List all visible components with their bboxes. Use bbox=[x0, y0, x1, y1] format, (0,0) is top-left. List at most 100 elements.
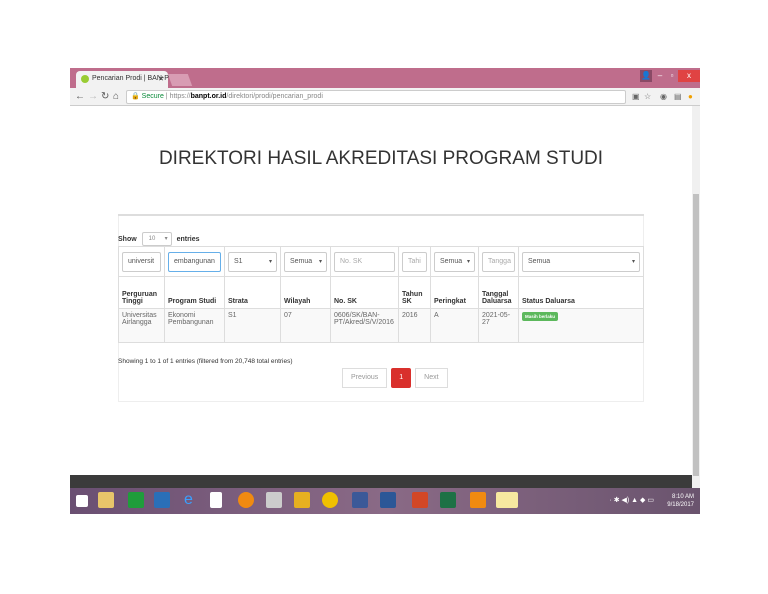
apps-icon[interactable] bbox=[352, 492, 368, 508]
filter-wilayah-select[interactable]: Semua ▾ bbox=[284, 251, 327, 272]
filter-status-select[interactable]: Semua ▾ bbox=[522, 251, 640, 272]
col-header[interactable]: No. SK bbox=[330, 276, 399, 309]
scrollbar-thumb[interactable] bbox=[693, 194, 699, 476]
table-row: Universitas Airlangga Ekonomi Pembanguna… bbox=[118, 308, 644, 343]
chrome-active-icon[interactable] bbox=[496, 492, 518, 508]
store-icon[interactable] bbox=[128, 492, 144, 508]
filter-tanggal-input[interactable]: Tangga bbox=[482, 251, 515, 272]
star-icon[interactable]: ☆ bbox=[644, 92, 651, 101]
entries-value: 10 bbox=[148, 236, 156, 242]
cell-peringkat: A bbox=[430, 308, 479, 343]
filter-peringkat-select[interactable]: Semua ▾ bbox=[434, 251, 475, 272]
col-header[interactable]: Tahun SK bbox=[398, 276, 431, 309]
results-table: universit embangunan S1 ▾ Semua ▾ No. SK T… bbox=[118, 246, 644, 343]
tab-bar: Pencarian Prodi | BAN-PT ✕ 👤 – ▫ x bbox=[70, 68, 700, 88]
start-icon[interactable] bbox=[76, 495, 88, 507]
date: 9/18/2017 bbox=[667, 502, 694, 508]
system-tray-icons[interactable]: · ✱ ◀) ▲ ◆ ▭ bbox=[609, 496, 654, 504]
clock[interactable]: 8:10 AM 9/18/2017 bbox=[667, 493, 694, 509]
powerpoint-icon[interactable] bbox=[412, 492, 428, 508]
scrollbar[interactable] bbox=[692, 106, 700, 490]
chevron-down-icon: ▾ bbox=[318, 258, 322, 265]
media-icon[interactable] bbox=[322, 492, 338, 508]
ie-icon[interactable]: e bbox=[184, 492, 200, 508]
col-header[interactable]: Perguruan Tinggi bbox=[118, 276, 165, 309]
back-icon[interactable]: ← bbox=[75, 91, 85, 102]
file-explorer-icon[interactable] bbox=[98, 492, 114, 508]
cell-pt: Universitas Airlangga bbox=[118, 308, 165, 343]
cell-tanggal: 2021-05-27 bbox=[478, 308, 519, 343]
taskbar: e · ✱ ◀) ▲ ◆ ▭ 8:10 AM 9/18/2017 bbox=[70, 488, 700, 514]
page-title: DIREKTORI HASIL AKREDITASI PROGRAM STUDI bbox=[158, 148, 604, 169]
cell-tahun: 2016 bbox=[398, 308, 431, 343]
col-header[interactable]: Tanggal Daluarsa bbox=[478, 276, 519, 309]
header-row: Perguruan Tinggi Program Studi Strata Wi… bbox=[118, 276, 644, 309]
address-toolbar: ← → ↻ ⌂ 🔒 Secure | https://banpt.or.id/d… bbox=[70, 88, 700, 106]
strata-value: S1 bbox=[234, 257, 243, 265]
minimize-button[interactable]: – bbox=[654, 70, 666, 82]
cell-prodi: Ekonomi Pembangunan bbox=[164, 308, 225, 343]
peringkat-value: Semua bbox=[440, 257, 463, 265]
filter-tahun-input[interactable]: Tahi bbox=[402, 251, 427, 272]
col-header[interactable]: Status Daluarsa bbox=[518, 276, 644, 309]
col-header[interactable]: Wilayah bbox=[280, 276, 331, 309]
flash-icon[interactable] bbox=[294, 492, 310, 508]
status-value: Semua bbox=[528, 257, 551, 265]
chevron-down-icon: ▾ bbox=[466, 258, 470, 265]
url-input[interactable]: 🔒 Secure | https://banpt.or.id/direktori… bbox=[126, 90, 626, 104]
url-host: banpt.or.id bbox=[190, 93, 227, 100]
entries-control: Show 10 ▾ entries bbox=[118, 232, 200, 246]
cell-strata: S1 bbox=[224, 308, 281, 343]
previous-button[interactable]: Previous bbox=[342, 368, 388, 388]
col-header[interactable]: Peringkat bbox=[430, 276, 479, 309]
time: 8:10 AM bbox=[671, 494, 694, 500]
entries-label: entries bbox=[176, 235, 200, 243]
word-icon[interactable] bbox=[380, 492, 396, 508]
next-button[interactable]: Next bbox=[415, 368, 448, 388]
secure-label: Secure bbox=[141, 93, 164, 100]
cell-nosk: 0606/SK/BAN-PT/Akred/S/V/2016 bbox=[330, 308, 399, 343]
computer-icon[interactable] bbox=[154, 492, 170, 508]
chevron-down-icon: ▾ bbox=[631, 258, 635, 265]
show-label: Show bbox=[118, 235, 137, 243]
browser-window: Pencarian Prodi | BAN-PT ✕ 👤 – ▫ x ← → ↻… bbox=[70, 68, 700, 514]
col-header[interactable]: Strata bbox=[224, 276, 281, 309]
filter-strata-select[interactable]: S1 ▾ bbox=[228, 251, 277, 272]
cell-status: Masih berlaku bbox=[518, 308, 644, 343]
filter-pt-input[interactable]: universit bbox=[122, 251, 161, 272]
app-icon[interactable] bbox=[238, 492, 254, 508]
chevron-down-icon: ▾ bbox=[164, 236, 168, 242]
page-1-button[interactable]: 1 bbox=[391, 368, 412, 388]
calendar-icon[interactable] bbox=[266, 492, 282, 508]
entries-select[interactable]: 10 ▾ bbox=[141, 232, 172, 246]
chevron-down-icon: ▾ bbox=[268, 258, 272, 265]
url-path: /direktori/prodi/pencarian_prodi bbox=[226, 93, 323, 100]
new-tab-button[interactable] bbox=[167, 74, 193, 86]
extension-icon[interactable]: ◉ bbox=[660, 92, 667, 101]
document-icon[interactable] bbox=[210, 492, 222, 508]
col-header[interactable]: Program Studi bbox=[164, 276, 225, 309]
maximize-button[interactable]: ▫ bbox=[666, 70, 678, 82]
forward-icon[interactable]: → bbox=[88, 91, 98, 102]
excel-icon[interactable] bbox=[440, 492, 456, 508]
home-icon[interactable]: ⌂ bbox=[113, 91, 119, 102]
reload-icon[interactable]: ↻ bbox=[101, 91, 109, 102]
page-content: DIREKTORI HASIL AKREDITASI PROGRAM STUDI… bbox=[70, 106, 692, 514]
extension-icon-3[interactable]: ● bbox=[688, 92, 693, 101]
close-window-button[interactable]: x bbox=[678, 70, 700, 82]
filter-prodi-input[interactable]: embangunan bbox=[168, 251, 221, 272]
pdf-icon[interactable] bbox=[470, 492, 486, 508]
translate-icon[interactable]: ▣ bbox=[632, 92, 640, 101]
wilayah-value: Semua bbox=[290, 257, 313, 265]
lock-icon: 🔒 bbox=[131, 93, 140, 100]
cell-wilayah: 07 bbox=[280, 308, 331, 343]
status-badge: Masih berlaku bbox=[522, 312, 559, 321]
url-prefix: https:// bbox=[169, 93, 191, 100]
close-tab-icon[interactable]: ✕ bbox=[158, 75, 164, 83]
table-info: Showing 1 to 1 of 1 entries (filtered fr… bbox=[118, 358, 293, 365]
filter-row: universit embangunan S1 ▾ Semua ▾ No. SK T… bbox=[118, 246, 644, 277]
filter-nosk-input[interactable]: No. SK bbox=[334, 251, 395, 272]
user-icon[interactable]: 👤 bbox=[640, 70, 652, 82]
browser-tab[interactable]: Pencarian Prodi | BAN-PT ✕ bbox=[76, 71, 173, 88]
extension-icon-2[interactable]: ▤ bbox=[674, 92, 682, 101]
